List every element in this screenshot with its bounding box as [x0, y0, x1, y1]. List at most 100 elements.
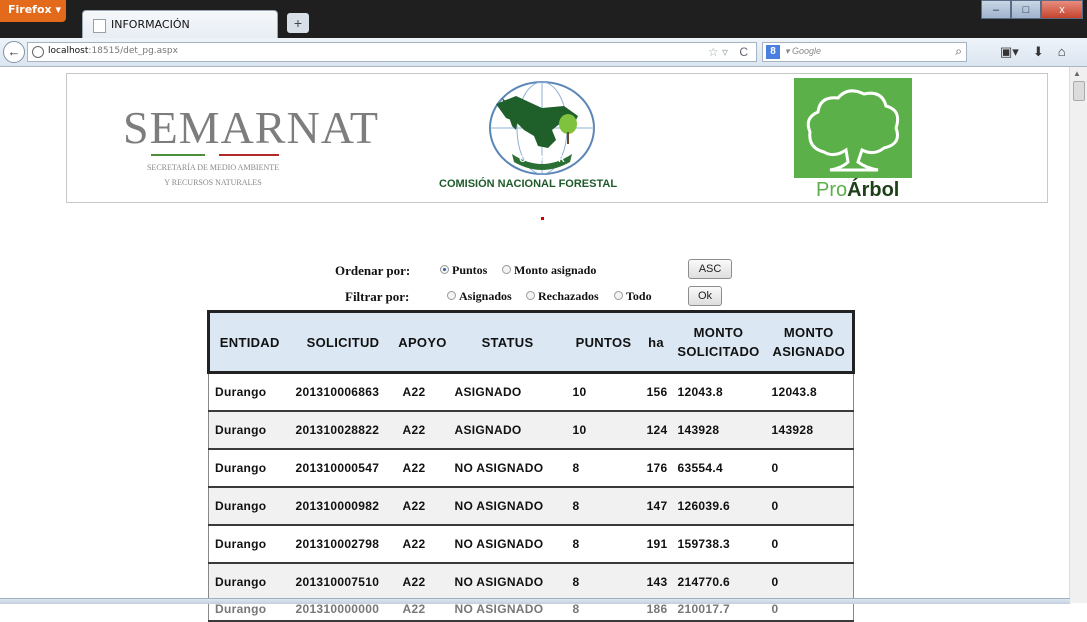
scroll-thumb[interactable]: [1073, 81, 1085, 101]
cell-monto-asignado: 0: [765, 487, 854, 526]
back-arrow-icon: ←: [7, 44, 21, 59]
cell-status: ASIGNADO: [448, 372, 567, 412]
minimize-button[interactable]: –: [981, 0, 1011, 19]
cell-puntos: 10: [566, 411, 641, 450]
firefox-menu-button[interactable]: Firefox ▾: [0, 0, 66, 22]
col-header-ha[interactable]: ha: [640, 310, 672, 374]
table-row: Durango 201310028822 A22 ASIGNADO 10 124 14392…: [208, 411, 854, 450]
filter-radio-todo[interactable]: [614, 291, 623, 300]
cell-apoyo: A22: [396, 601, 449, 622]
home-icon[interactable]: ⌂: [1058, 44, 1066, 60]
cell-entidad: Durango: [208, 372, 290, 412]
cell-solicitud: 201310002798: [289, 525, 397, 564]
table-row: Durango 201310007510 A22 NO ASIGNADO 8 143 214…: [208, 563, 854, 602]
cell-puntos: 10: [566, 372, 641, 412]
col-header-solicitud[interactable]: SOLICITUD: [289, 310, 397, 374]
col-header-entidad[interactable]: ENTIDAD: [207, 310, 290, 374]
cell-monto-solicitado: 214770.6: [671, 563, 766, 602]
scroll-up-arrow-icon[interactable]: ▲: [1073, 69, 1081, 78]
order-radio-puntos[interactable]: [440, 265, 449, 274]
window-titlebar: Firefox ▾ INFORMACIÓN + – □ x: [0, 0, 1087, 38]
cell-monto-solicitado: 126039.6: [671, 487, 766, 526]
navigation-toolbar: ← localhost:18515/det_pg.aspx ☆ ▿ C 8 ▾ …: [0, 38, 1087, 67]
window-controls: – □ x: [981, 0, 1083, 22]
cell-entidad: Durango: [208, 487, 290, 526]
table-row: Durango 201310002798 A22 NO ASIGNADO 8 191 159…: [208, 525, 854, 564]
cell-apoyo: A22: [396, 487, 449, 526]
cell-ha: 176: [640, 449, 672, 488]
filter-option-todo: Todo: [626, 289, 652, 303]
download-icon[interactable]: ⬇: [1033, 44, 1044, 60]
address-bar[interactable]: localhost:18515/det_pg.aspx ☆ ▿ C: [27, 42, 757, 62]
cell-monto-asignado: 12043.8: [765, 372, 854, 412]
order-label: Ordenar por:: [335, 263, 411, 278]
cell-ha: 191: [640, 525, 672, 564]
cell-solicitud: 201310000982: [289, 487, 397, 526]
cell-monto-asignado: 0: [765, 449, 854, 488]
table-row: Durango 201310000982 A22 NO ASIGNADO 8 147 126…: [208, 487, 854, 526]
cell-puntos: 8: [566, 563, 641, 602]
conafor-logo-text: CONAFOR: [519, 154, 565, 164]
col-header-status[interactable]: STATUS: [448, 310, 567, 374]
filter-radio-asignados[interactable]: [447, 291, 456, 300]
ok-button[interactable]: Ok: [688, 286, 722, 306]
cell-status: NO ASIGNADO: [448, 601, 567, 622]
order-radio-monto[interactable]: [502, 265, 511, 274]
bookmark-star-icon[interactable]: ☆ ▿: [708, 45, 728, 59]
semarnat-logo: SEMARNAT SECRETARÍA DE MEDIO AMBIENTE Y …: [123, 102, 379, 188]
cell-ha: 186: [640, 601, 672, 622]
cell-status: NO ASIGNADO: [448, 525, 567, 564]
url-text: localhost:18515/det_pg.aspx: [48, 46, 178, 56]
col-header-monto-asignado[interactable]: MONTO ASIGNADO: [765, 310, 855, 374]
vertical-scrollbar[interactable]: ▲: [1069, 67, 1087, 603]
cell-solicitud: 201310007510: [289, 563, 397, 602]
filter-label: Filtrar por:: [345, 289, 410, 304]
cell-status: NO ASIGNADO: [448, 487, 567, 526]
cell-monto-solicitado: 63554.4: [671, 449, 766, 488]
col-header-monto-solicitado[interactable]: MONTO SOLICITADO: [671, 310, 766, 374]
cell-ha: 124: [640, 411, 672, 450]
cell-monto-solicitado: 210017.7: [671, 601, 766, 622]
filter-radio-rechazados[interactable]: [526, 291, 535, 300]
proarbol-logo: ProÁrbol: [794, 78, 912, 199]
header-banner: SEMARNAT SECRETARÍA DE MEDIO AMBIENTE Y …: [66, 73, 1048, 203]
conafor-logo: CONAFOR: [489, 81, 595, 175]
search-engine-icon[interactable]: 8: [766, 45, 780, 59]
asc-button[interactable]: ASC: [688, 259, 732, 279]
cell-apoyo: A22: [396, 372, 449, 412]
cell-entidad: Durango: [208, 563, 290, 602]
status-dot: [541, 217, 544, 220]
cell-status: NO ASIGNADO: [448, 449, 567, 488]
cell-apoyo: A22: [396, 411, 449, 450]
cell-entidad: Durango: [208, 449, 290, 488]
cell-status: ASIGNADO: [448, 411, 567, 450]
results-table: ENTIDAD SOLICITUD APOYO STATUS PUNTOS ha…: [207, 310, 855, 622]
cell-monto-asignado: 143928: [765, 411, 854, 450]
filter-option-asignados: Asignados: [459, 289, 512, 303]
close-button[interactable]: x: [1041, 0, 1083, 19]
search-bar[interactable]: 8 ▾ Google ⌕: [762, 42, 967, 62]
tab-informacion[interactable]: INFORMACIÓN: [82, 10, 278, 38]
table-row: Durango 201310000000 A22 NO ASIGNADO 8 186 210…: [208, 601, 854, 622]
order-option-puntos: Puntos: [452, 263, 488, 277]
bookmark-list-icon[interactable]: ▣▾: [1000, 44, 1019, 60]
page-favicon-icon: [93, 19, 106, 33]
col-header-puntos[interactable]: PUNTOS: [566, 310, 641, 374]
cell-status: NO ASIGNADO: [448, 563, 567, 602]
search-placeholder: ▾ Google: [785, 46, 822, 56]
cell-monto-asignado: 0: [765, 601, 854, 622]
cell-solicitud: 201310006863: [289, 372, 397, 412]
magnifier-icon[interactable]: ⌕: [955, 44, 962, 59]
maximize-button[interactable]: □: [1011, 0, 1041, 19]
order-option-monto: Monto asignado: [514, 263, 597, 277]
reload-icon[interactable]: C: [739, 45, 748, 59]
new-tab-button[interactable]: +: [287, 13, 309, 33]
col-header-apoyo[interactable]: APOYO: [396, 310, 449, 374]
cell-monto-solicitado: 143928: [671, 411, 766, 450]
cell-apoyo: A22: [396, 449, 449, 488]
back-button[interactable]: ←: [3, 41, 25, 63]
cell-monto-solicitado: 12043.8: [671, 372, 766, 412]
cell-solicitud: 201310000547: [289, 449, 397, 488]
cell-puntos: 8: [566, 601, 641, 622]
conafor-name: COMISIÓN NACIONAL FORESTAL: [439, 178, 618, 190]
